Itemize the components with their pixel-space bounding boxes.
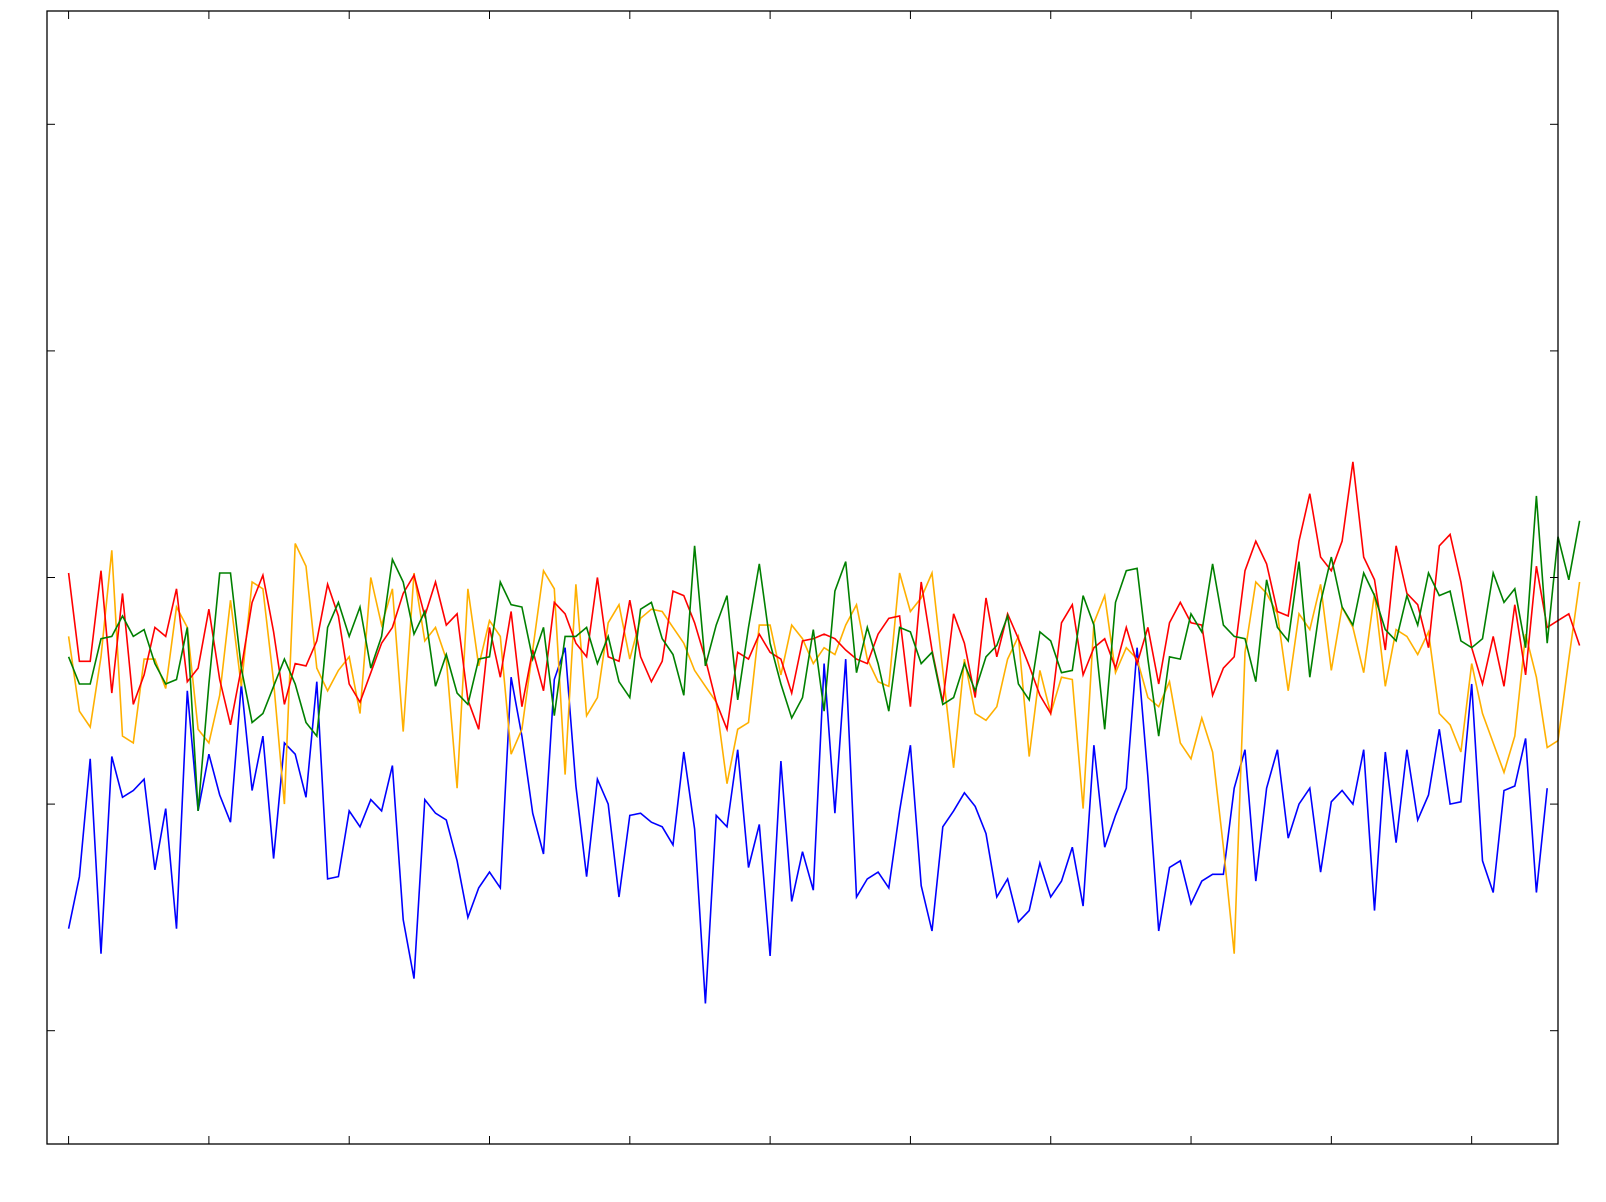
- line-chart: [46, 10, 1581, 1145]
- tick-layer: [47, 11, 1558, 1144]
- series-layer: [67, 461, 1581, 1004]
- plot-frame: [46, 10, 1559, 1145]
- series-line-1: [67, 647, 1548, 1004]
- series-line-2: [67, 543, 1581, 954]
- series-line-3: [67, 461, 1581, 733]
- series-line-4: [67, 495, 1581, 811]
